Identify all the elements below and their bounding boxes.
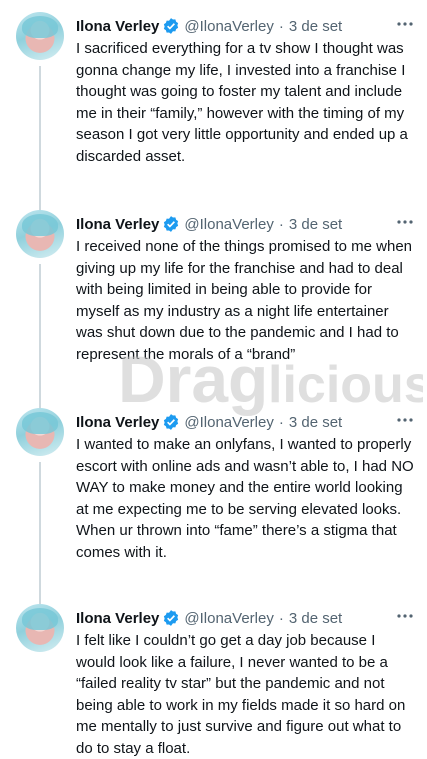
timestamp[interactable]: 3 de set bbox=[289, 610, 342, 627]
handle[interactable]: @IlonaVerley bbox=[184, 216, 273, 233]
handle[interactable]: @IlonaVerley bbox=[184, 18, 273, 35]
tweet-header: Ilona Verley @IlonaVerley · 3 de set bbox=[76, 16, 417, 36]
tweet-4[interactable]: Ilona Verley @IlonaVerley · 3 de set I f… bbox=[0, 604, 427, 759]
handle[interactable]: @IlonaVerley bbox=[184, 610, 273, 627]
more-options-icon[interactable] bbox=[395, 14, 415, 34]
profile-avatar[interactable] bbox=[16, 12, 64, 60]
handle[interactable]: @IlonaVerley bbox=[184, 414, 273, 431]
tweet-text: I felt like I couldn’t go get a day job … bbox=[76, 632, 406, 757]
timestamp[interactable]: 3 de set bbox=[289, 18, 342, 35]
separator: · bbox=[278, 17, 284, 35]
more-options-icon[interactable] bbox=[395, 606, 415, 626]
verified-badge-icon bbox=[164, 610, 179, 626]
thread-connector-line bbox=[39, 462, 41, 604]
separator: · bbox=[278, 413, 284, 431]
tweet-1[interactable]: Ilona Verley @IlonaVerley · 3 de set I s… bbox=[0, 12, 427, 214]
more-options-icon[interactable] bbox=[395, 212, 415, 232]
tweet-text: I wanted to make an onlyfans, I wanted t… bbox=[76, 436, 414, 561]
separator: · bbox=[278, 215, 284, 233]
verified-badge-icon bbox=[164, 414, 179, 430]
display-name[interactable]: Ilona Verley bbox=[76, 216, 159, 233]
tweet-text: I sacrificed everything for a tv show I … bbox=[76, 40, 408, 165]
verified-badge-icon bbox=[164, 18, 179, 34]
display-name[interactable]: Ilona Verley bbox=[76, 18, 159, 35]
tweet-header: Ilona Verley @IlonaVerley · 3 de set bbox=[76, 214, 417, 234]
display-name[interactable]: Ilona Verley bbox=[76, 610, 159, 627]
display-name[interactable]: Ilona Verley bbox=[76, 414, 159, 431]
timestamp[interactable]: 3 de set bbox=[289, 216, 342, 233]
verified-badge-icon bbox=[164, 216, 179, 232]
timestamp[interactable]: 3 de set bbox=[289, 414, 342, 431]
profile-avatar[interactable] bbox=[16, 408, 64, 456]
tweet-3[interactable]: Ilona Verley @IlonaVerley · 3 de set I w… bbox=[0, 408, 427, 604]
profile-avatar[interactable] bbox=[16, 604, 64, 652]
tweet-text: I received none of the things promised t… bbox=[76, 238, 413, 363]
separator: · bbox=[278, 609, 284, 627]
thread-connector-line bbox=[39, 264, 41, 410]
thread-connector-line bbox=[39, 66, 41, 214]
more-options-icon[interactable] bbox=[395, 410, 415, 430]
tweet-2[interactable]: Ilona Verley @IlonaVerley · 3 de set I r… bbox=[0, 210, 427, 410]
tweet-thread: Ilona Verley @IlonaVerley · 3 de set I s… bbox=[0, 0, 427, 759]
tweet-header: Ilona Verley @IlonaVerley · 3 de set bbox=[76, 412, 417, 432]
profile-avatar[interactable] bbox=[16, 210, 64, 258]
tweet-header: Ilona Verley @IlonaVerley · 3 de set bbox=[76, 608, 417, 628]
